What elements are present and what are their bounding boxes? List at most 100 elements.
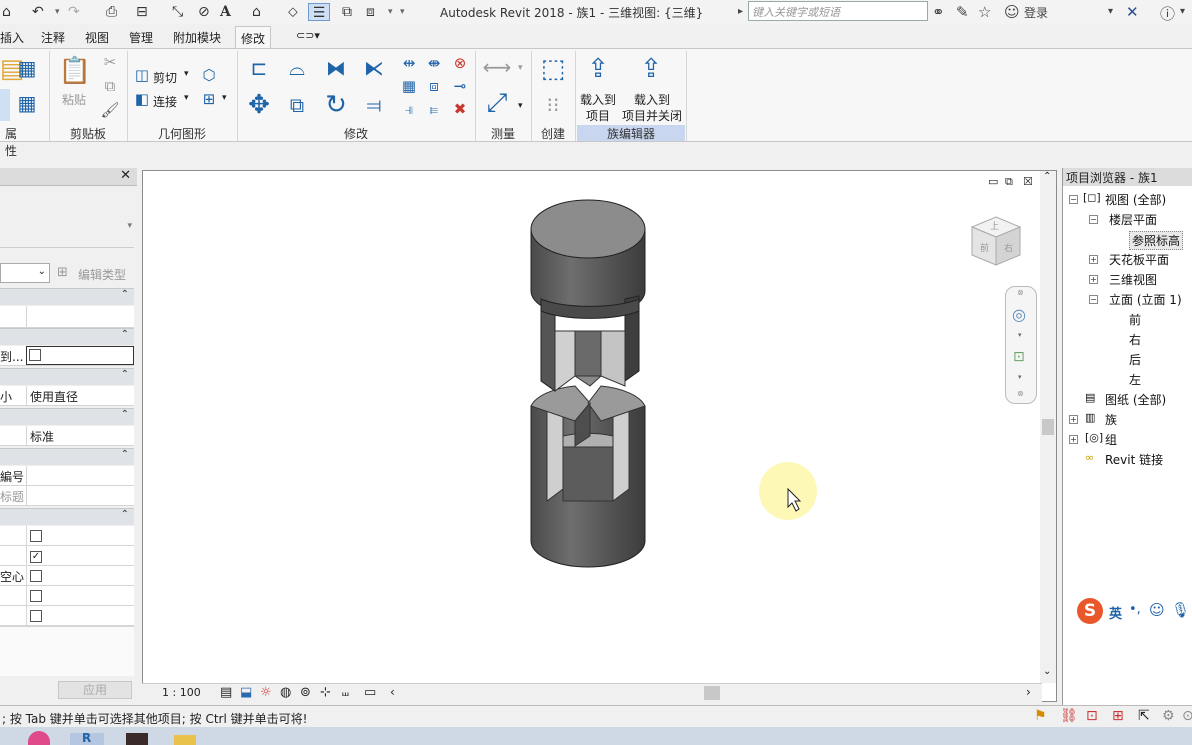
tree-node-groups[interactable]: 组 [1105,431,1117,448]
tag-icon[interactable]: ⊘ [198,3,210,21]
steering-dropdown-icon[interactable]: ▾ [1018,331,1022,339]
text-icon[interactable]: A [220,3,231,21]
edit-type-button[interactable]: 编辑类型 [78,266,126,283]
view-minimize-icon[interactable]: ▭ [988,175,998,188]
emoji-icon[interactable]: ☺ [1149,601,1165,619]
unpin-icon[interactable]: ⊗ [451,54,469,72]
properties-group-header[interactable]: ⌃ [0,508,134,525]
checkbox[interactable] [30,590,42,602]
vertical-scrollbar[interactable]: ⌃ ⌄ [1040,171,1056,683]
folder-icon[interactable] [174,735,196,745]
checkbox[interactable] [30,610,42,622]
move-icon[interactable]: ✥ [243,89,275,121]
tree-node-sheets[interactable]: 图纸 (全部) [1105,391,1166,408]
property-value[interactable] [26,526,134,545]
viewcube-top-label[interactable]: 上 [990,219,999,232]
3d-model-view[interactable] [143,171,1056,683]
split-face-icon[interactable]: ⬡ [200,66,218,84]
properties-icon[interactable] [0,89,10,121]
instance-filter-select[interactable]: ⌄ [0,263,50,283]
ribbon-minimize-button[interactable]: ⊂⊃▾ [296,29,320,42]
tree-node-families[interactable]: 族 [1105,411,1117,428]
detail-level-icon[interactable]: ▤ [220,685,232,700]
undo-dropdown-icon[interactable]: ▾ [55,3,60,21]
tree-node-ref-level[interactable]: 参照标高 [1129,231,1184,250]
property-value[interactable]: ✓ [26,546,134,565]
copy-icon[interactable]: ⧉ [100,77,120,95]
temporary-hide-icon[interactable]: ⧢ [342,685,349,700]
tree-node-3d-views[interactable]: 三维视图 [1109,271,1157,288]
join-geometry-icon[interactable]: ◧ [133,90,151,108]
split-element-icon[interactable]: ⇹ [400,54,418,72]
properties-group-header[interactable]: ⌃ [0,408,134,425]
trim-single-icon[interactable]: ⫣ [400,100,418,118]
nav-options-icon[interactable]: ⊗ [1017,389,1024,398]
switch-dropdown-icon[interactable]: ▾ [388,3,393,21]
viewcube-front-label[interactable]: 前 [980,241,989,254]
load-close-label-1[interactable]: 载入到 [634,91,670,108]
join-dropdown-icon[interactable]: ▾ [184,93,189,103]
collapse-icon[interactable]: − [1069,195,1078,204]
tab-addins[interactable]: 附加模块 [173,29,221,46]
load-into-project-label-2[interactable]: 项目 [586,107,610,124]
paste-icon[interactable]: 📋 [58,53,92,89]
view-restore-icon[interactable]: ⧉ [1005,175,1013,189]
property-value[interactable] [26,466,134,485]
taskbar-app-icon[interactable] [126,733,148,745]
tree-node-ceiling-plans[interactable]: 天花板平面 [1109,251,1169,268]
family-category-icon[interactable]: ▦ [10,52,44,84]
tab-view[interactable]: 视图 [85,29,109,46]
split-gap-icon[interactable]: ⇼ [425,54,443,72]
filter-icon[interactable]: ⊙ [1182,708,1192,724]
edit-type-icon[interactable]: ⊞ [57,265,68,280]
trim-extend-icon[interactable]: ⫤ [358,89,390,121]
wall-joins-icon[interactable]: ⊞ [200,90,218,108]
select-underlay-icon[interactable]: ⊡ [1086,708,1098,724]
checkbox[interactable] [30,530,42,542]
collapse-icon[interactable]: − [1089,295,1098,304]
select-by-face-icon[interactable]: ⇱ [1138,708,1150,724]
select-links-icon[interactable]: ⛓ [1060,708,1078,724]
cut-geometry-icon[interactable]: ◫ [133,66,151,84]
sogou-icon[interactable]: S [1077,598,1103,624]
checkbox-checked[interactable]: ✓ [30,551,42,563]
mirror-draw-axis-icon[interactable]: ⧔ [358,52,390,84]
expand-search-icon[interactable]: ▸ [738,6,743,17]
tree-node-revit-links[interactable]: Revit 链接 [1105,451,1163,468]
exchange-apps-icon[interactable]: ✕ [1126,3,1139,21]
user-icon[interactable]: ☺ [1004,3,1020,21]
load-into-project-label-1[interactable]: 载入到 [580,91,616,108]
print-icon[interactable]: ⎙ [106,3,117,21]
align-icon[interactable]: ⊏ [243,52,275,84]
measure-icon[interactable]: ⊟ [136,3,148,21]
properties-group-header[interactable]: ⌃ [0,328,134,345]
search-input[interactable]: 键入关键字或短语 [748,1,928,21]
select-pinned-icon[interactable]: ⊞ [1112,708,1124,724]
section-icon[interactable]: ⬦ [288,3,298,21]
view-close-icon[interactable]: ☒ [1023,175,1033,188]
rotate-icon[interactable]: ↻ [320,89,352,121]
drag-elements-icon[interactable]: ⚙ [1162,708,1175,724]
property-value[interactable] [26,606,134,625]
cut-icon[interactable]: ✂ [100,53,120,71]
aligned-dimension-icon[interactable]: ⤢ [480,87,514,119]
editable-only-icon[interactable]: ⚑ [1034,708,1047,724]
dimension-icon[interactable]: ⤡ [172,3,183,21]
login-link[interactable]: 登录 [1024,4,1048,21]
open-icon[interactable]: ⌂ [2,3,11,21]
property-value[interactable] [26,346,134,365]
viewcube[interactable]: 上 前 右 [968,213,1024,269]
view-scale[interactable]: 1 : 100 [162,686,201,699]
array-icon[interactable]: ▦ [400,77,418,95]
expand-icon[interactable]: + [1069,435,1078,444]
tree-node-views[interactable]: 视图 (全部) [1105,191,1166,208]
visual-style-icon[interactable]: ⬓ [240,685,252,700]
type-properties-icon[interactable]: ▦ [10,87,44,119]
crop-view-icon[interactable]: ⊹ [320,685,331,700]
type-selector[interactable]: ▾ [0,188,134,248]
undo-icon[interactable]: ↶ [32,3,44,21]
qat-customize-icon[interactable]: ▾ [400,3,405,21]
zoom-region-icon[interactable]: ⊡ [1013,349,1025,365]
tree-node-back[interactable]: 后 [1129,351,1141,368]
trim-multiple-icon[interactable]: ⫢ [425,100,443,118]
